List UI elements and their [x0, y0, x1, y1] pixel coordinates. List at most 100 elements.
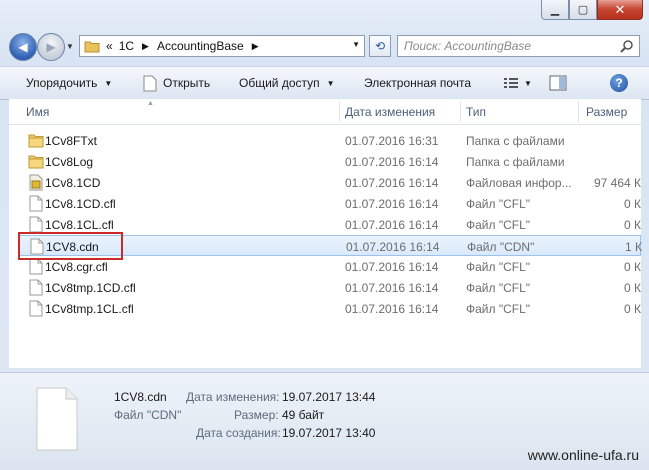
- breadcrumb-overflow[interactable]: «: [106, 39, 113, 53]
- minimize-button[interactable]: ▁: [541, 0, 569, 20]
- breadcrumb-item-accountingbase[interactable]: AccountingBase: [157, 39, 244, 53]
- file-name: 1Cv8FTxt: [45, 133, 98, 148]
- file-size: 0 К: [624, 301, 641, 316]
- column-header-date-label: Дата изменения: [345, 104, 436, 119]
- breadcrumb: « 1C ▶ AccountingBase ▶: [106, 39, 267, 53]
- chevron-down-icon: ▼: [326, 78, 335, 88]
- search-input[interactable]: Поиск: AccountingBase: [397, 35, 640, 57]
- file-name: 1Cv8Log: [45, 154, 94, 169]
- search-placeholder: Поиск: AccountingBase: [404, 39, 532, 53]
- recent-pages-dropdown[interactable]: ▼: [66, 42, 74, 51]
- file-size: 0 К: [624, 259, 641, 274]
- folder-icon: [84, 41, 100, 53]
- file-icon: [29, 279, 43, 296]
- file-size: 297 464 К: [593, 175, 641, 190]
- watermark-text: www.online-ufa.ru: [527, 447, 639, 463]
- column-headers: ▲ Имя Дата изменения Тип Размер: [9, 99, 641, 125]
- preview-pane-button[interactable]: [549, 73, 567, 93]
- file-date: 01.07.2016 16:14: [346, 239, 440, 254]
- database-file-icon: [29, 174, 43, 191]
- column-header-type[interactable]: Тип: [466, 99, 579, 124]
- file-row[interactable]: 1Cv8tmp.1CD.cfl 01.07.2016 16:14 Файл "C…: [18, 277, 641, 298]
- open-button[interactable]: Открыть: [143, 67, 210, 99]
- share-button[interactable]: Общий доступ ▼: [239, 67, 335, 99]
- preview-pane-icon: [549, 75, 567, 91]
- column-header-size-label: Размер: [586, 104, 628, 119]
- search-icon[interactable]: [620, 39, 634, 53]
- file-name: 1Cv8tmp.1CD.cfl: [45, 280, 136, 295]
- folder-icon: [28, 155, 44, 169]
- highlight-annotation: [18, 232, 123, 260]
- forward-button[interactable]: ▶: [37, 33, 65, 61]
- chevron-right-icon[interactable]: ▶: [142, 41, 149, 52]
- details-pane: 1CV8.cdn Файл "CDN" Дата изменения: 19.0…: [0, 372, 649, 470]
- email-label: Электронная почта: [364, 76, 472, 90]
- explorer-window: ▁ ▢ ✕ ◀ ▶ ▼ « 1C ▶ AccountingBase ▶ ▼ ⟲ …: [0, 0, 649, 470]
- file-date: 01.07.2016 16:14: [345, 217, 439, 232]
- details-created-label: Дата создания:: [196, 426, 281, 440]
- back-button[interactable]: ◀: [9, 33, 37, 61]
- file-date: 01.07.2016 16:14: [345, 301, 439, 316]
- share-label: Общий доступ: [239, 76, 320, 90]
- file-size: [593, 151, 641, 172]
- details-modified-label: Дата изменения:: [186, 390, 280, 404]
- email-button[interactable]: Электронная почта: [364, 67, 471, 99]
- minimize-icon: ▁: [550, 4, 560, 16]
- file-type: Файл "CDN": [467, 239, 535, 254]
- chevron-right-icon[interactable]: ▶: [252, 41, 259, 52]
- file-icon: [29, 258, 43, 275]
- file-icon: [29, 216, 43, 233]
- file-icon: [29, 300, 43, 317]
- title-bar: ▁ ▢ ✕: [0, 0, 649, 28]
- file-date: 01.07.2016 16:14: [345, 196, 439, 211]
- file-type: Файл "CFL": [466, 217, 531, 232]
- chevron-down-icon: ▼: [104, 78, 113, 88]
- address-bar[interactable]: « 1C ▶ AccountingBase ▶ ▼: [79, 35, 365, 57]
- file-size: [593, 130, 641, 151]
- file-size: 1 К: [625, 239, 642, 254]
- help-button[interactable]: ?: [610, 73, 628, 93]
- refresh-icon: ⟲: [374, 39, 386, 53]
- view-list-icon: [504, 78, 518, 88]
- details-modified-value: 19.07.2017 13:44: [282, 390, 376, 404]
- view-options-button[interactable]: ▼: [503, 73, 532, 93]
- navigation-bar: ◀ ▶ ▼ « 1C ▶ AccountingBase ▶ ▼ ⟲ Поиск:…: [0, 31, 649, 61]
- column-header-name[interactable]: Имя: [26, 99, 340, 124]
- file-date: 01.07.2016 16:14: [345, 154, 439, 169]
- breadcrumb-item-1c[interactable]: 1C: [119, 39, 134, 53]
- file-date: 01.07.2016 16:31: [345, 133, 439, 148]
- file-row[interactable]: 1Cv8Log 01.07.2016 16:14 Папка с файлами: [18, 151, 641, 172]
- large-file-icon: [36, 387, 78, 451]
- details-filetype: Файл "CDN": [114, 408, 182, 422]
- column-header-type-label: Тип: [466, 104, 487, 119]
- file-row[interactable]: 1Cv8tmp.1CL.cfl 01.07.2016 16:14 Файл "C…: [18, 298, 641, 319]
- file-icon: [143, 75, 157, 91]
- file-name: 1Cv8tmp.1CL.cfl: [45, 301, 134, 316]
- file-row[interactable]: 1Cv8.1CD.cfl 01.07.2016 16:14 Файл "CFL"…: [18, 193, 641, 214]
- command-bar: Упорядочить ▼ Открыть Общий доступ ▼ Эле…: [0, 66, 649, 100]
- address-dropdown-icon[interactable]: ▼: [352, 40, 360, 49]
- file-size: 0 К: [624, 280, 641, 295]
- file-type: Папка с файлами: [466, 154, 565, 169]
- file-row[interactable]: 1Cv8FTxt 01.07.2016 16:31 Папка с файлам…: [18, 130, 641, 151]
- file-type: Файл "CFL": [466, 259, 531, 274]
- organize-button[interactable]: Упорядочить ▼: [26, 67, 112, 99]
- column-header-size[interactable]: Размер: [586, 99, 641, 124]
- details-size-label: Размер:: [234, 408, 279, 422]
- file-type: Папка с файлами: [466, 133, 565, 148]
- file-icon: [29, 195, 43, 212]
- file-type: Файловая инфор...: [466, 175, 572, 190]
- details-filename: 1CV8.cdn: [114, 390, 167, 404]
- refresh-button[interactable]: ⟲: [369, 35, 391, 57]
- file-row[interactable]: 1Cv8.1CD 01.07.2016 16:14 Файловая инфор…: [18, 172, 641, 193]
- close-button[interactable]: ✕: [597, 0, 643, 20]
- close-icon: ✕: [614, 1, 626, 17]
- file-type: Файл "CFL": [466, 301, 531, 316]
- column-header-date[interactable]: Дата изменения: [345, 99, 461, 124]
- maximize-button[interactable]: ▢: [569, 0, 597, 20]
- arrow-left-icon: ◀: [18, 40, 28, 54]
- file-name: 1Cv8.1CD.cfl: [45, 196, 116, 211]
- file-name: 1Cv8.1CD: [45, 175, 101, 190]
- details-created-value: 19.07.2017 13:40: [282, 426, 376, 440]
- file-date: 01.07.2016 16:14: [345, 259, 439, 274]
